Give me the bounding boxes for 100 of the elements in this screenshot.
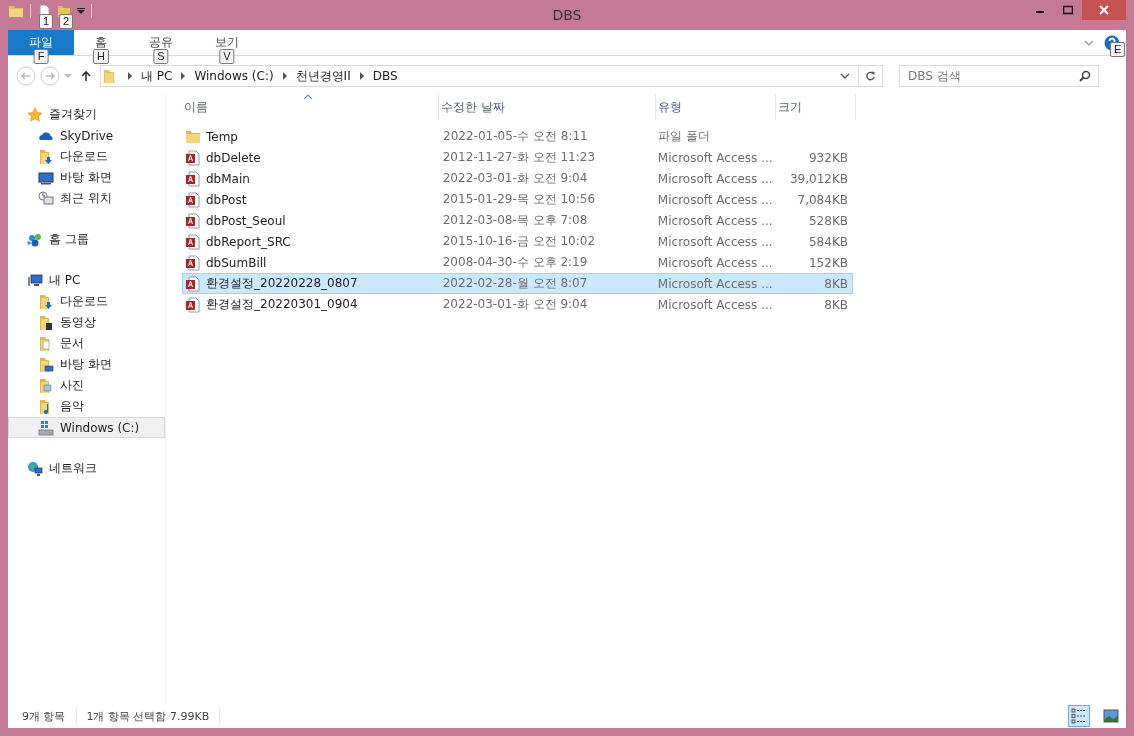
keytip: 1 <box>39 14 54 29</box>
sidebar-label: 문서 <box>60 335 84 352</box>
type-cell-text: 파일 폴더 <box>657 128 712 145</box>
file-name: Temp <box>206 129 238 144</box>
file-row[interactable]: dbPost_Seoul 2012-03-08-목 오후 7:08 Microsoft Access ... 528KB <box>182 210 853 231</box>
window-title: DBS <box>552 7 582 23</box>
picture-folder-icon <box>38 377 54 394</box>
sort-ascending-icon <box>304 94 312 99</box>
file-row[interactable]: dbDelete 2012-11-27-화 오전 11:23 Microsoft Access ... 932KB <box>182 147 853 168</box>
file-name: dbReport_SRC <box>206 234 291 249</box>
size-cell-text: 8KB <box>823 276 849 291</box>
date-cell-text: 2015-10-16-금 오전 10:02 <box>441 233 596 250</box>
sidebar-item[interactable]: 네트워크 <box>8 458 165 479</box>
keytip: E <box>1110 42 1126 57</box>
file-name: dbPost <box>206 192 247 207</box>
refresh-icon[interactable] <box>865 70 876 82</box>
file-name: dbSumBill <box>206 255 267 270</box>
desktop-folder-icon <box>38 356 54 373</box>
sidebar-item[interactable]: 다운로드 <box>8 291 165 312</box>
access-database-icon <box>185 170 201 187</box>
keytip: F <box>33 49 49 64</box>
date-cell-text: 2012-03-08-목 오후 7:08 <box>441 212 589 229</box>
file-row[interactable]: dbPost 2015-01-29-목 오전 10:56 Microsoft Access ... 7,084KB <box>182 189 853 210</box>
breadcrumb[interactable]: 내 PC <box>141 67 173 85</box>
sidebar-label: 최근 위치 <box>60 190 112 207</box>
column-header[interactable]: 이름 <box>182 94 439 120</box>
column-header[interactable]: 수정한 날짜 <box>439 94 656 120</box>
star-icon <box>27 106 43 123</box>
breadcrumb[interactable]: 천년경영II <box>295 67 351 85</box>
sidebar-item[interactable]: 내 PC <box>8 270 165 291</box>
dropdown-arrow-icon[interactable] <box>77 7 85 15</box>
search-icon[interactable] <box>1079 70 1091 82</box>
keytip: V <box>219 49 235 64</box>
file-row[interactable]: dbSumBill 2008-04-30-수 오후 2:19 Microsoft Access ... 152KB <box>182 252 853 273</box>
sidebar-label: 즐겨찾기 <box>49 106 97 123</box>
sidebar-item[interactable]: 최근 위치 <box>8 188 165 209</box>
keytip: S <box>153 49 169 64</box>
breadcrumb-arrow-icon[interactable] <box>281 72 288 80</box>
sidebar-item[interactable]: 홈 그룹 <box>8 229 165 250</box>
search-field[interactable]: DBS 검색 <box>899 65 1099 87</box>
size-cell-text: 528KB <box>808 213 849 228</box>
sidebar-item[interactable]: Windows (C:) <box>8 417 165 438</box>
access-database-icon <box>185 275 201 292</box>
sidebar-item[interactable]: 동영상 <box>8 312 165 333</box>
file-row[interactable]: 환경설정_20220301_0904 2022-03-01-화 오전 9:04 Microsoft Access ... 8KB <box>182 294 853 315</box>
recent-places-icon <box>38 190 54 207</box>
sidebar-label: 홈 그룹 <box>49 231 89 248</box>
chevron-down-icon[interactable] <box>840 71 850 81</box>
date-cell-text: 2022-03-01-화 오전 9:04 <box>441 296 589 313</box>
address-bar[interactable]: 내 PC Windows (C:) 천년경영II DBS <box>100 65 883 87</box>
sidebar-label: 내 PC <box>49 272 81 289</box>
download-folder-icon <box>38 293 54 310</box>
file-name: dbDelete <box>206 150 261 165</box>
breadcrumb[interactable]: DBS <box>372 69 398 83</box>
sidebar-item[interactable]: 바탕 화면 <box>8 167 165 188</box>
access-database-icon <box>185 212 201 229</box>
column-header[interactable]: 크기 <box>776 94 856 120</box>
drive-icon <box>38 419 54 436</box>
folder-icon <box>8 3 24 19</box>
size-cell-text: 584KB <box>808 234 849 249</box>
breadcrumb[interactable]: Windows (C:) <box>194 69 274 83</box>
sidebar-item[interactable]: 음악 <box>8 396 165 417</box>
type-cell-text: Microsoft Access ... <box>656 213 773 228</box>
file-row[interactable]: 환경설정_20220228_0807 2022-02-28-월 오전 8:07 Microsoft Access ... 8KB <box>182 273 853 294</box>
file-row[interactable]: dbMain 2022-03-01-화 오전 9:04 Microsoft Access ... 39,012KB <box>182 168 853 189</box>
sidebar-item[interactable]: 즐겨찾기 <box>8 104 165 125</box>
breadcrumb-arrow-icon[interactable] <box>180 72 187 80</box>
file-row[interactable]: Temp 2022-01-05-수 오전 8:11 파일 폴더 <box>182 126 853 147</box>
file-row[interactable]: dbReport_SRC 2015-10-16-금 오전 10:02 Microsoft Access ... 584KB <box>182 231 853 252</box>
sidebar-item[interactable]: 바탕 화면 <box>8 354 165 375</box>
column-header[interactable]: 유형 <box>656 94 776 120</box>
item-count: 9개 항목 <box>22 708 66 724</box>
maximize-icon[interactable] <box>1063 5 1073 15</box>
folder-icon <box>185 128 201 145</box>
close-button[interactable] <box>1082 0 1126 20</box>
sidebar-item[interactable]: 사진 <box>8 375 165 396</box>
sidebar-label: 사진 <box>60 377 84 394</box>
close-icon[interactable] <box>1099 5 1109 15</box>
sidebar-label: 네트워크 <box>49 460 97 477</box>
breadcrumb-arrow-icon[interactable] <box>127 72 133 80</box>
date-cell-text: 2022-02-28-월 오전 8:07 <box>441 275 589 292</box>
file-name: dbMain <box>206 171 250 186</box>
size-cell-text: 39,012KB <box>788 171 849 186</box>
type-cell-text: Microsoft Access ... <box>656 171 773 186</box>
access-database-icon <box>185 254 201 271</box>
access-database-icon <box>185 296 201 313</box>
breadcrumb-arrow-icon[interactable] <box>358 72 365 80</box>
sidebar-item[interactable]: 다운로드 <box>8 146 165 167</box>
sidebar-item[interactable]: 문서 <box>8 333 165 354</box>
sidebar-label: 바탕 화면 <box>60 356 112 373</box>
sidebar-label: 바탕 화면 <box>60 169 112 186</box>
access-database-icon <box>185 149 201 166</box>
sidebar-label: 다운로드 <box>60 293 108 310</box>
sidebar-label: 다운로드 <box>60 148 108 165</box>
type-cell-text: Microsoft Access ... <box>656 255 773 270</box>
sidebar-label: 음악 <box>60 398 84 415</box>
sidebar-item[interactable]: SkyDrive <box>8 125 165 146</box>
type-cell-text: Microsoft Access ... <box>656 150 773 165</box>
sidebar-label: SkyDrive <box>60 128 114 143</box>
up-button[interactable] <box>80 70 92 82</box>
